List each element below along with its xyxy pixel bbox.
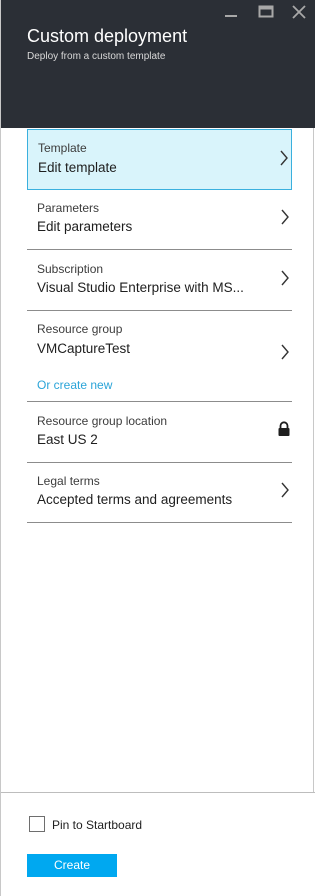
subscription-item[interactable]: Subscription Visual Studio Enterprise wi… — [27, 250, 292, 311]
pin-checkbox[interactable] — [29, 816, 45, 832]
legal-terms-item[interactable]: Legal terms Accepted terms and agreement… — [27, 463, 292, 523]
template-item[interactable]: Template Edit template — [27, 129, 292, 190]
blade-header: Custom deployment Deploy from a custom t… — [1, 0, 315, 128]
chevron-right-icon — [281, 344, 289, 360]
create-new-resource-group-link[interactable]: Or create new — [37, 378, 112, 392]
pin-label[interactable]: Pin to Startboard — [52, 818, 142, 832]
chevron-right-icon — [281, 482, 289, 498]
template-value: Edit template — [38, 160, 117, 175]
parameters-item[interactable]: Parameters Edit parameters — [27, 190, 292, 250]
resource-group-item[interactable]: Resource group VMCaptureTest Or create n… — [27, 311, 292, 402]
blade-subtitle: Deploy from a custom template — [27, 51, 166, 62]
blade-title: Custom deployment — [27, 26, 188, 46]
blade-footer: Pin to Startboard Create — [1, 792, 315, 896]
subscription-value: Visual Studio Enterprise with MS... — [37, 280, 244, 295]
template-label: Template — [38, 141, 87, 155]
blade: Custom deployment Deploy from a custom t… — [0, 0, 315, 896]
legal-terms-value: Accepted terms and agreements — [37, 492, 233, 507]
resource-group-location-value: East US 2 — [37, 432, 98, 447]
parameters-label: Parameters — [37, 201, 100, 215]
resource-group-location-item: Resource group location East US 2 — [27, 402, 292, 463]
maximize-icon[interactable] — [257, 3, 275, 21]
legal-terms-label: Legal terms — [37, 474, 100, 488]
resource-group-value: VMCaptureTest — [37, 341, 131, 356]
chevron-right-icon — [280, 150, 288, 166]
subscription-label: Subscription — [37, 262, 104, 276]
resource-group-location-label: Resource group location — [37, 414, 168, 428]
close-icon[interactable] — [290, 3, 308, 21]
chevron-right-icon — [281, 270, 289, 286]
resource-group-label: Resource group — [37, 322, 123, 336]
chevron-right-icon — [281, 209, 289, 225]
parameters-value: Edit parameters — [37, 219, 133, 234]
create-button[interactable]: Create — [27, 854, 117, 877]
lock-icon — [278, 421, 290, 436]
minimize-icon[interactable] — [222, 3, 240, 21]
